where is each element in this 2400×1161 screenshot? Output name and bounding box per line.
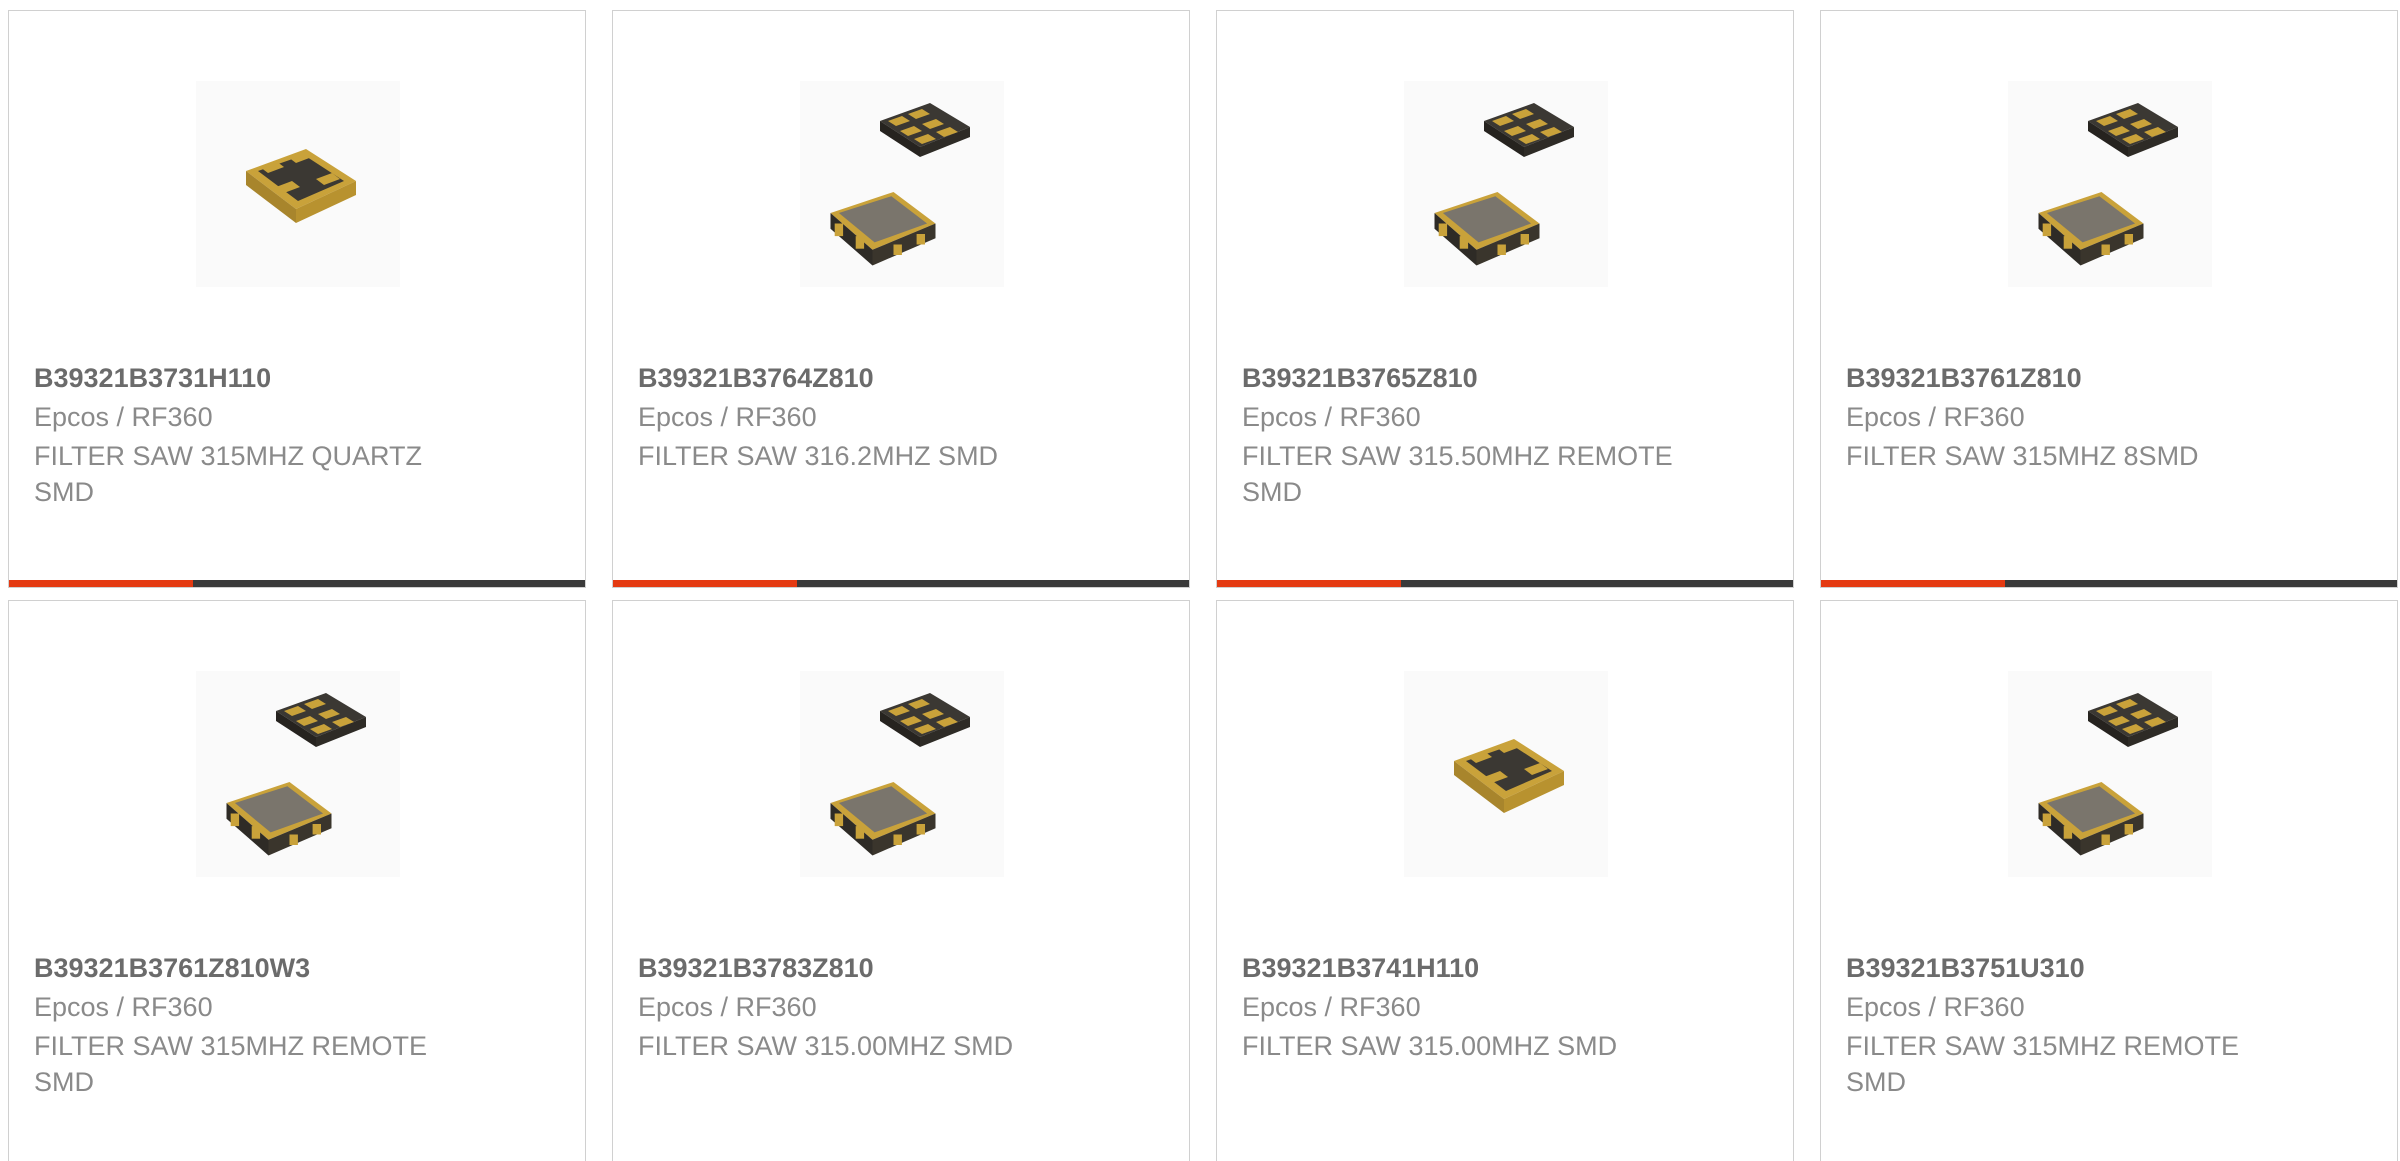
product-image[interactable] xyxy=(800,671,1004,877)
progress-fill xyxy=(613,580,798,587)
product-image[interactable] xyxy=(800,81,1004,287)
product-card[interactable]: B39321B3783Z810 Epcos / RF360 FILTER SAW… xyxy=(612,600,1190,1161)
description: FILTER SAW 315MHZ 8SMD xyxy=(1846,441,2199,471)
saw-filter-pair-icon xyxy=(830,103,970,266)
product-image[interactable] xyxy=(196,81,400,287)
progress-fill xyxy=(1217,580,1402,587)
description: FILTER SAW 315.00MHZ SMD xyxy=(638,1031,1014,1061)
product-image[interactable] xyxy=(196,671,400,877)
product-card[interactable]: B39321B3741H110 Epcos / RF360 FILTER SAW… xyxy=(1216,600,1794,1161)
product-card[interactable]: B39321B3765Z810 Epcos / RF360 FILTER SAW… xyxy=(1216,10,1794,588)
saw-filter-single-icon xyxy=(1454,739,1564,813)
progress-bar xyxy=(1821,580,2397,587)
manufacturer: Epcos / RF360 xyxy=(1242,402,1421,432)
progress-bar xyxy=(613,580,1189,587)
saw-filter-pair-icon xyxy=(2038,103,2178,266)
product-card[interactable]: B39321B3761Z810W3 Epcos / RF360 FILTER S… xyxy=(8,600,586,1161)
manufacturer: Epcos / RF360 xyxy=(1846,402,2025,432)
saw-filter-single-icon xyxy=(246,149,356,223)
manufacturer: Epcos / RF360 xyxy=(34,992,213,1022)
product-image[interactable] xyxy=(2008,671,2212,877)
progress-bar xyxy=(9,580,585,587)
part-number[interactable]: B39321B3741H110 xyxy=(1242,953,1479,984)
part-number[interactable]: B39321B3764Z810 xyxy=(638,363,874,394)
product-image[interactable] xyxy=(2008,81,2212,287)
description: FILTER SAW 315.00MHZ SMD xyxy=(1242,1031,1618,1061)
part-number[interactable]: B39321B3783Z810 xyxy=(638,953,874,984)
saw-filter-pair-icon xyxy=(1434,103,1574,266)
part-number[interactable]: B39321B3751U310 xyxy=(1846,953,2085,984)
product-card[interactable]: B39321B3761Z810 Epcos / RF360 FILTER SAW… xyxy=(1820,10,2398,588)
description: FILTER SAW 315MHZ REMOTE SMD xyxy=(1846,1031,2240,1097)
manufacturer: Epcos / RF360 xyxy=(34,402,213,432)
progress-bar xyxy=(1217,580,1793,587)
saw-filter-pair-icon xyxy=(2038,693,2178,856)
part-number[interactable]: B39321B3765Z810 xyxy=(1242,363,1478,394)
description: FILTER SAW 315.50MHZ REMOTE SMD xyxy=(1242,441,1673,507)
description: FILTER SAW 315MHZ QUARTZ SMD xyxy=(34,441,423,507)
progress-fill xyxy=(9,580,194,587)
description: FILTER SAW 316.2MHZ SMD xyxy=(638,441,999,471)
part-number[interactable]: B39321B3761Z810 xyxy=(1846,363,2082,394)
manufacturer: Epcos / RF360 xyxy=(638,402,817,432)
manufacturer: Epcos / RF360 xyxy=(1846,992,2025,1022)
product-card[interactable]: B39321B3731H110 Epcos / RF360 FILTER SAW… xyxy=(8,10,586,588)
product-image[interactable] xyxy=(1404,81,1608,287)
saw-filter-pair-icon xyxy=(830,693,970,856)
product-card[interactable]: B39321B3751U310 Epcos / RF360 FILTER SAW… xyxy=(1820,600,2398,1161)
manufacturer: Epcos / RF360 xyxy=(1242,992,1421,1022)
manufacturer: Epcos / RF360 xyxy=(638,992,817,1022)
part-number[interactable]: B39321B3731H110 xyxy=(34,363,271,394)
part-number[interactable]: B39321B3761Z810W3 xyxy=(34,953,310,984)
product-card[interactable]: B39321B3764Z810 Epcos / RF360 FILTER SAW… xyxy=(612,10,1190,588)
product-image[interactable] xyxy=(1404,671,1608,877)
saw-filter-pair-icon xyxy=(226,693,366,856)
progress-fill xyxy=(1821,580,2006,587)
description: FILTER SAW 315MHZ REMOTE SMD xyxy=(34,1031,428,1097)
product-grid: B39321B3731H110 Epcos / RF360 FILTER SAW… xyxy=(0,0,2400,1161)
